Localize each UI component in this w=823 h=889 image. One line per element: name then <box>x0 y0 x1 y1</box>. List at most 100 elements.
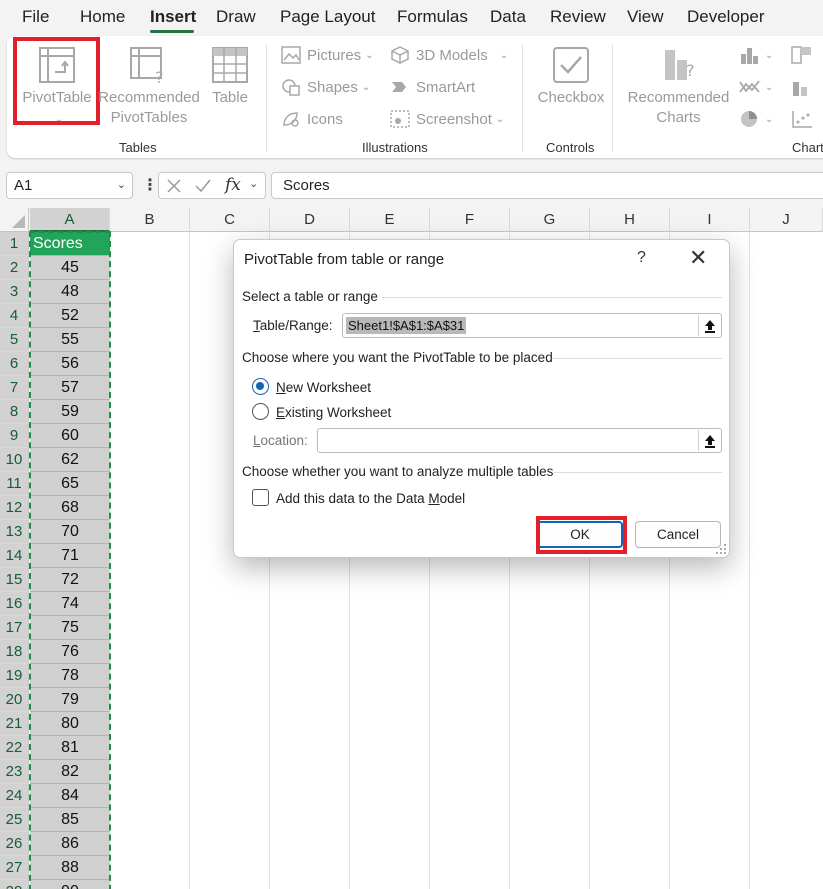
shapes-button[interactable]: Shapes ⌄ <box>281 78 370 96</box>
collapse-dialog-button[interactable] <box>698 315 720 336</box>
row-header[interactable]: 14 <box>0 544 29 568</box>
formula-input[interactable]: Scores <box>271 172 823 199</box>
chevron-down-icon[interactable]: ⌄ <box>117 178 126 191</box>
row-header[interactable]: 3 <box>0 280 29 304</box>
row-header[interactable]: 19 <box>0 664 29 688</box>
row-header[interactable]: 22 <box>0 736 29 760</box>
table-button[interactable]: Table <box>205 46 255 108</box>
recommended-charts-label-1: Recommended <box>627 89 730 106</box>
location-input[interactable] <box>317 428 722 453</box>
row-header[interactable]: 17 <box>0 616 29 640</box>
row-header[interactable]: 11 <box>0 472 29 496</box>
insert-function-icon[interactable]: fx <box>225 175 241 195</box>
tab-insert[interactable]: Insert <box>150 7 196 27</box>
row-header[interactable]: 10 <box>0 448 29 472</box>
chevron-down-icon: ⌄ <box>765 49 774 61</box>
cube-icon <box>391 46 409 64</box>
recommended-charts-button[interactable]: ? Recommended Charts <box>625 46 732 128</box>
menu-bar: File Home Insert Draw Page Layout Formul… <box>0 0 823 34</box>
cancel-button[interactable]: Cancel <box>635 521 721 548</box>
row-header[interactable]: 21 <box>0 712 29 736</box>
row-header[interactable]: 8 <box>0 400 29 424</box>
column-header-c[interactable]: C <box>190 208 270 232</box>
row-header[interactable]: 5 <box>0 328 29 352</box>
column-header-h[interactable]: H <box>590 208 670 232</box>
row-header[interactable]: 1 <box>0 232 29 256</box>
3d-models-button[interactable]: 3D Models ⌄ <box>390 46 508 64</box>
column-header-d[interactable]: D <box>270 208 350 232</box>
row-header[interactable]: 7 <box>0 376 29 400</box>
data-model-checkbox[interactable] <box>252 489 269 506</box>
enter-icon[interactable] <box>194 178 212 194</box>
row-header[interactable]: 18 <box>0 640 29 664</box>
smartart-label: SmartArt <box>416 78 476 96</box>
row-header[interactable]: 13 <box>0 520 29 544</box>
location-accesskey: L <box>253 433 261 448</box>
scatter-chart-button[interactable] <box>791 110 813 128</box>
svg-text:?: ? <box>155 68 164 84</box>
column-chart-button[interactable]: ⌄ <box>739 46 773 64</box>
help-icon[interactable]: ? <box>637 249 646 267</box>
controls-group-label: Controls <box>546 140 595 155</box>
screenshot-button[interactable]: Screenshot ⌄ <box>390 110 504 128</box>
row-header[interactable]: 12 <box>0 496 29 520</box>
tab-home[interactable]: Home <box>80 7 125 27</box>
divider <box>552 472 722 473</box>
row-header[interactable]: 23 <box>0 760 29 784</box>
cancel-icon[interactable] <box>166 178 182 194</box>
new-worksheet-radio[interactable] <box>252 378 269 395</box>
chevron-down-icon[interactable]: ⌄ <box>249 177 258 190</box>
column-header-f[interactable]: F <box>430 208 510 232</box>
line-chart-button[interactable]: ⌄ <box>739 78 773 96</box>
tab-data[interactable]: Data <box>490 7 526 27</box>
existing-worksheet-radio[interactable] <box>252 403 269 420</box>
name-box[interactable]: A1 ⌄ <box>6 172 133 199</box>
tables-group-label: Tables <box>119 140 157 155</box>
select-all-corner[interactable] <box>0 208 29 232</box>
tab-review[interactable]: Review <box>550 7 606 27</box>
column-header-g[interactable]: G <box>510 208 590 232</box>
smartart-button[interactable]: SmartArt <box>390 78 475 96</box>
tab-draw[interactable]: Draw <box>216 7 256 27</box>
checkbox-icon <box>553 47 589 83</box>
pictures-button[interactable]: Pictures ⌄ <box>281 46 374 64</box>
data-model-text-1: Add this data to the Data <box>276 491 429 506</box>
hierarchy-chart-button[interactable] <box>791 46 813 64</box>
pie-chart-button[interactable]: ⌄ <box>739 110 773 128</box>
recommended-charts-label-2: Charts <box>656 109 701 126</box>
icons-button[interactable]: Icons <box>281 110 343 128</box>
row-header[interactable]: 26 <box>0 832 29 856</box>
column-header-b[interactable]: B <box>110 208 190 232</box>
new-worksheet-text: ew Worksheet <box>285 380 372 395</box>
tab-file[interactable]: File <box>22 7 49 27</box>
collapse-dialog-button[interactable] <box>698 430 720 451</box>
tab-view[interactable]: View <box>627 7 664 27</box>
row-header[interactable]: 2 <box>0 256 29 280</box>
resize-grip-icon[interactable] <box>716 544 726 554</box>
column-header-j[interactable]: J <box>750 208 823 232</box>
table-range-input[interactable]: Sheet1!$A$1:$A$31 <box>342 313 722 338</box>
row-header[interactable]: 20 <box>0 688 29 712</box>
statistic-chart-button[interactable] <box>791 78 813 96</box>
column-header-a[interactable]: A <box>30 208 110 232</box>
tab-developer[interactable]: Developer <box>687 7 765 27</box>
row-header[interactable]: 15 <box>0 568 29 592</box>
row-header[interactable]: 9 <box>0 424 29 448</box>
row-header[interactable]: 16 <box>0 592 29 616</box>
group-separator <box>522 44 523 152</box>
row-header[interactable]: 28 <box>0 880 29 889</box>
row-header[interactable]: 6 <box>0 352 29 376</box>
column-header-e[interactable]: E <box>350 208 430 232</box>
column-header-i[interactable]: I <box>670 208 750 232</box>
tab-page-layout[interactable]: Page Layout <box>280 7 375 27</box>
tab-formulas[interactable]: Formulas <box>397 7 468 27</box>
row-header[interactable]: 24 <box>0 784 29 808</box>
recommended-pivottables-button[interactable]: ? Recommended PivotTables <box>98 46 200 128</box>
row-header[interactable]: 4 <box>0 304 29 328</box>
checkbox-button[interactable]: Checkbox <box>535 46 607 108</box>
row-header[interactable]: 25 <box>0 808 29 832</box>
row-header[interactable]: 27 <box>0 856 29 880</box>
close-icon[interactable]: ✕ <box>689 247 707 269</box>
more-icon[interactable]: ⋮ <box>142 175 158 195</box>
group-separator <box>612 44 613 152</box>
